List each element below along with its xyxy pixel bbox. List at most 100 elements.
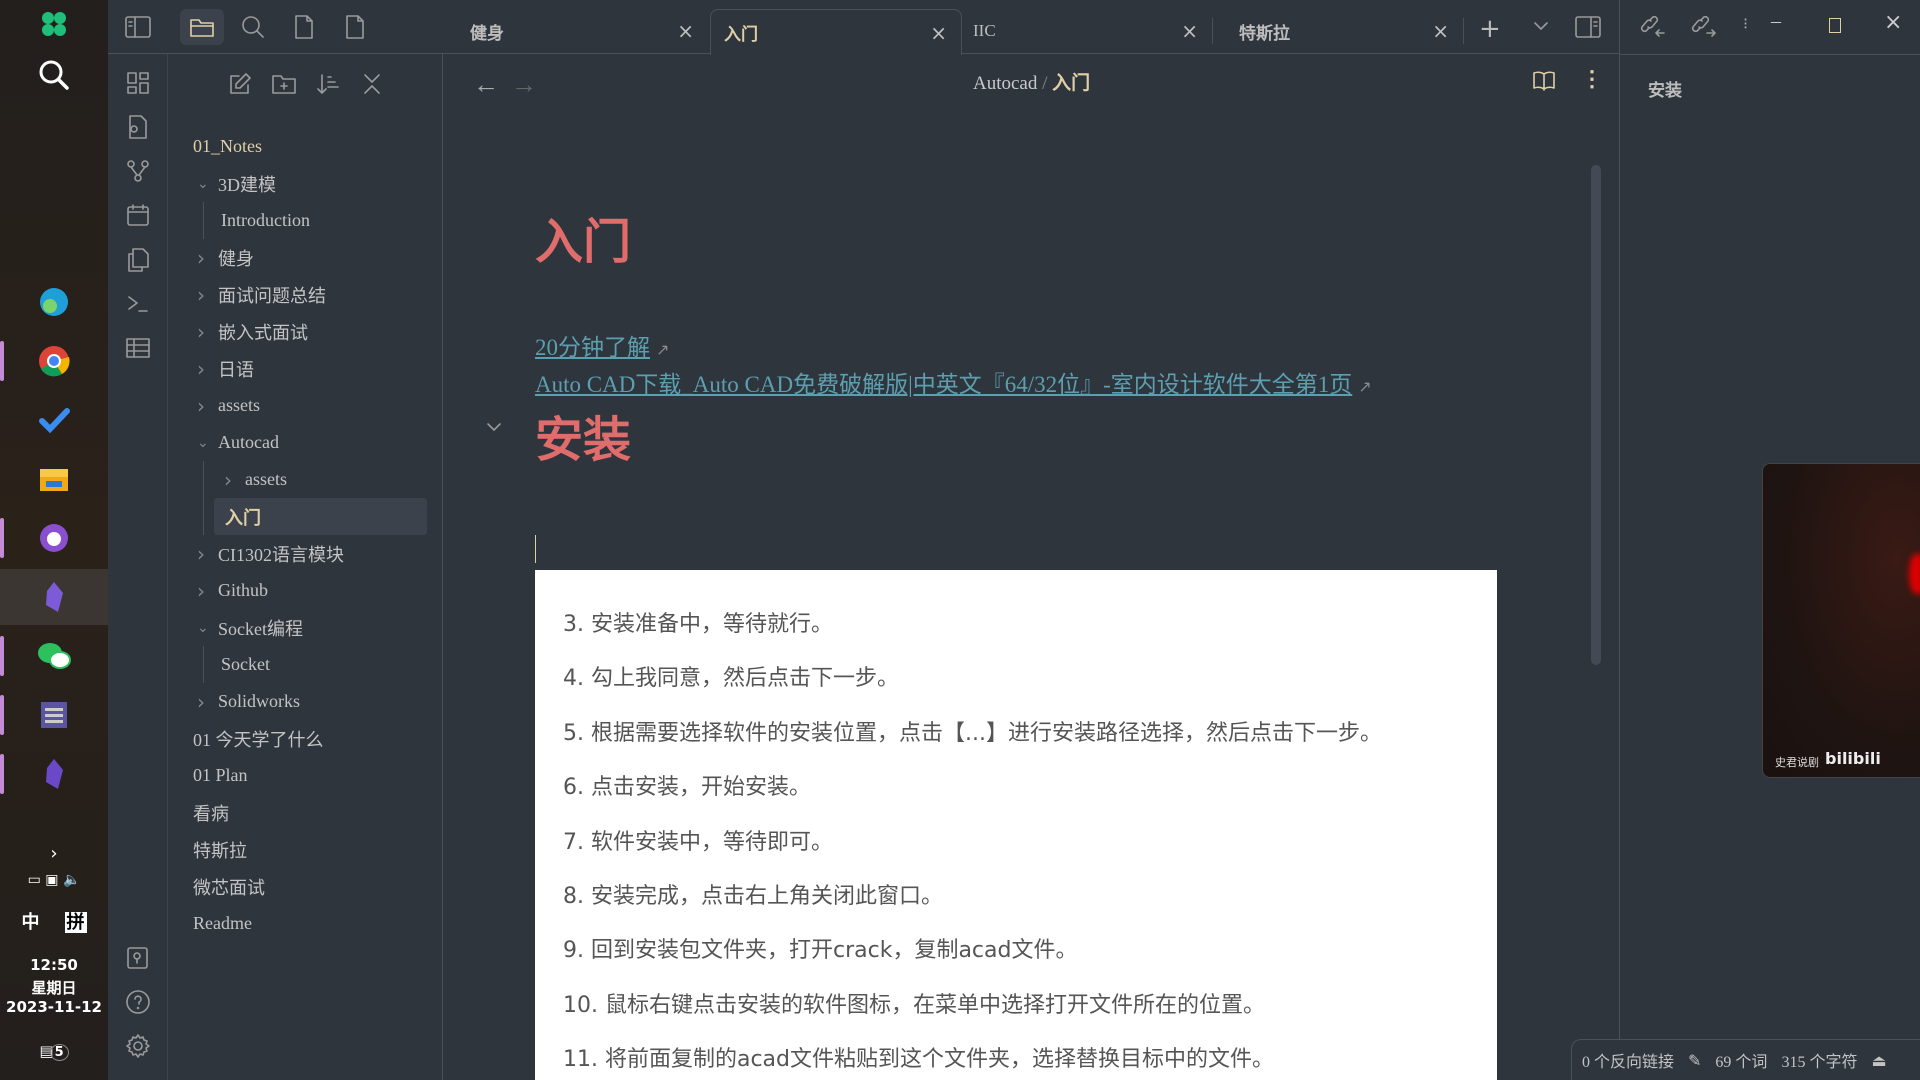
sync-status-icon[interactable]: ⏏ [1871,1051,1886,1070]
tab-iic[interactable]: IIC × [962,8,1212,54]
video-player-overlay[interactable]: 史君说剧 bilibili [1762,463,1920,778]
search-icon[interactable] [0,47,108,103]
tree-folder[interactable]: › CI1302语言模块 [197,535,344,572]
tree-folder[interactable]: ⌄ Socket编程 [197,609,303,646]
chevron-down-icon[interactable]: ⌄ [197,435,213,451]
collapse-heading-chevron-icon[interactable] [486,421,502,433]
tree-folder[interactable]: › Github [197,572,268,609]
panel-more-icon[interactable]: ⁝ [1743,14,1748,34]
file-search-icon[interactable] [124,113,152,141]
clover-icon[interactable] [0,0,108,52]
tree-folder[interactable]: › 嵌入式面试 [197,313,308,350]
bookmarks-tab[interactable] [282,9,326,45]
tree-folder[interactable]: › 面试问题总结 [197,276,326,313]
vault-icon[interactable] [124,944,152,972]
tree-file[interactable]: Introduction [221,202,310,239]
scrollbar[interactable] [1591,165,1601,665]
chrome-icon[interactable] [0,333,108,389]
search-tab[interactable] [231,9,275,45]
wechat-icon[interactable] [0,628,108,684]
tree-file[interactable]: 入门 [214,498,427,535]
tray-chevron-icon[interactable]: › [0,843,108,864]
todo-icon[interactable] [0,392,108,448]
tree-folder[interactable]: › Solidworks [197,683,300,720]
chevron-down-icon[interactable]: ⌄ [197,620,213,636]
chevron-right-icon[interactable]: › [197,320,213,344]
forward-button[interactable]: → [511,70,537,100]
tray-icons[interactable]: ▭ ▣ 🔈 [0,872,108,888]
close-icon[interactable]: × [930,21,947,45]
backlinks-count[interactable]: 0 个反向链接 [1582,1048,1674,1072]
tree-file[interactable]: Readme [193,905,252,942]
terminal-icon[interactable] [124,290,152,318]
more-options-button[interactable]: ⋮ [1581,66,1603,92]
table-icon[interactable] [124,334,152,362]
file-explorer-tab[interactable] [180,9,224,45]
breadcrumb-current[interactable]: 入门 [1052,73,1090,94]
edit-mode-pencil-icon[interactable]: ✎ [1688,1051,1701,1070]
chevron-right-icon[interactable]: › [197,357,213,381]
outline-item[interactable]: 安装 [1648,76,1682,101]
new-folder-button[interactable] [270,70,298,98]
file-explorer-icon[interactable] [0,451,108,507]
tab-fitness[interactable]: 健身 × [443,8,708,54]
ime-indicator[interactable]: 中 拼 [0,908,108,934]
close-icon[interactable]: × [1432,19,1449,43]
link-autocad-download[interactable]: Auto CAD下载_Auto CAD免费破解版|中英文『64/32位』-室内设… [535,365,1372,399]
close-icon[interactable]: × [677,19,694,43]
new-tab-button[interactable]: + [1479,14,1501,44]
copy-icon[interactable] [124,246,152,274]
clock-time[interactable]: 12:50 [0,956,108,974]
github-icon[interactable] [0,510,108,566]
notification-button[interactable]: ▤5 [0,1042,108,1061]
link-20min[interactable]: 20分钟了解 ↗ [535,328,669,362]
obsidian-icon[interactable] [0,569,108,625]
chevron-right-icon[interactable]: › [197,394,213,418]
tree-file[interactable]: 01 今天学了什么 [193,720,324,757]
settings-gear-icon[interactable] [124,1032,152,1060]
sort-button[interactable] [314,70,342,98]
reading-view-button[interactable] [1533,70,1555,92]
tree-file[interactable]: Socket [221,646,270,683]
chevron-right-icon[interactable]: › [197,690,213,714]
toggle-right-sidebar-button[interactable] [1575,16,1601,38]
page-tab[interactable] [333,9,377,45]
breadcrumb-parent[interactable]: Autocad [973,73,1037,94]
tab-list-chevron-icon[interactable] [1533,20,1549,32]
minimize-button[interactable]: – [1771,10,1781,33]
maximize-button[interactable] [1829,18,1841,33]
tab-tesla[interactable]: 特斯拉 × [1212,8,1463,54]
chevron-right-icon[interactable]: › [224,468,240,492]
quick-switcher-icon[interactable] [124,69,152,97]
tree-file[interactable]: 微芯面试 [193,868,265,905]
backlinks-icon[interactable] [1640,14,1666,38]
new-note-button[interactable] [226,70,254,98]
obsidian-icon[interactable] [0,746,108,802]
toggle-sidebar-button[interactable] [116,9,160,45]
back-button[interactable]: ← [473,70,499,100]
tree-file[interactable]: 01_Notes [193,128,262,165]
tree-folder[interactable]: ⌄ 3D建模 [197,165,276,202]
tab-intro[interactable]: 入门 × [710,9,962,55]
chevron-right-icon[interactable]: › [197,246,213,270]
chevron-right-icon[interactable]: › [197,283,213,307]
tree-file[interactable]: 看病 [193,794,229,831]
app-icon[interactable] [0,687,108,743]
tree-folder[interactable]: › assets [224,461,287,498]
tree-file[interactable]: 01 Plan [193,757,248,794]
graph-view-icon[interactable] [124,157,152,185]
tree-folder[interactable]: › 健身 [197,239,254,276]
tree-folder[interactable]: › assets [197,387,260,424]
chevron-right-icon[interactable]: › [197,579,213,603]
help-icon[interactable] [124,988,152,1016]
close-window-button[interactable]: × [1884,10,1902,35]
outgoing-links-icon[interactable] [1691,14,1717,38]
chevron-right-icon[interactable]: › [197,542,213,566]
tree-folder[interactable]: › 日语 [197,350,254,387]
edge-icon[interactable] [0,274,108,330]
tree-folder[interactable]: ⌄ Autocad [197,424,279,461]
collapse-all-button[interactable] [358,70,386,98]
calendar-icon[interactable] [124,201,152,229]
close-icon[interactable]: × [1181,19,1198,43]
tree-file[interactable]: 特斯拉 [193,831,247,868]
